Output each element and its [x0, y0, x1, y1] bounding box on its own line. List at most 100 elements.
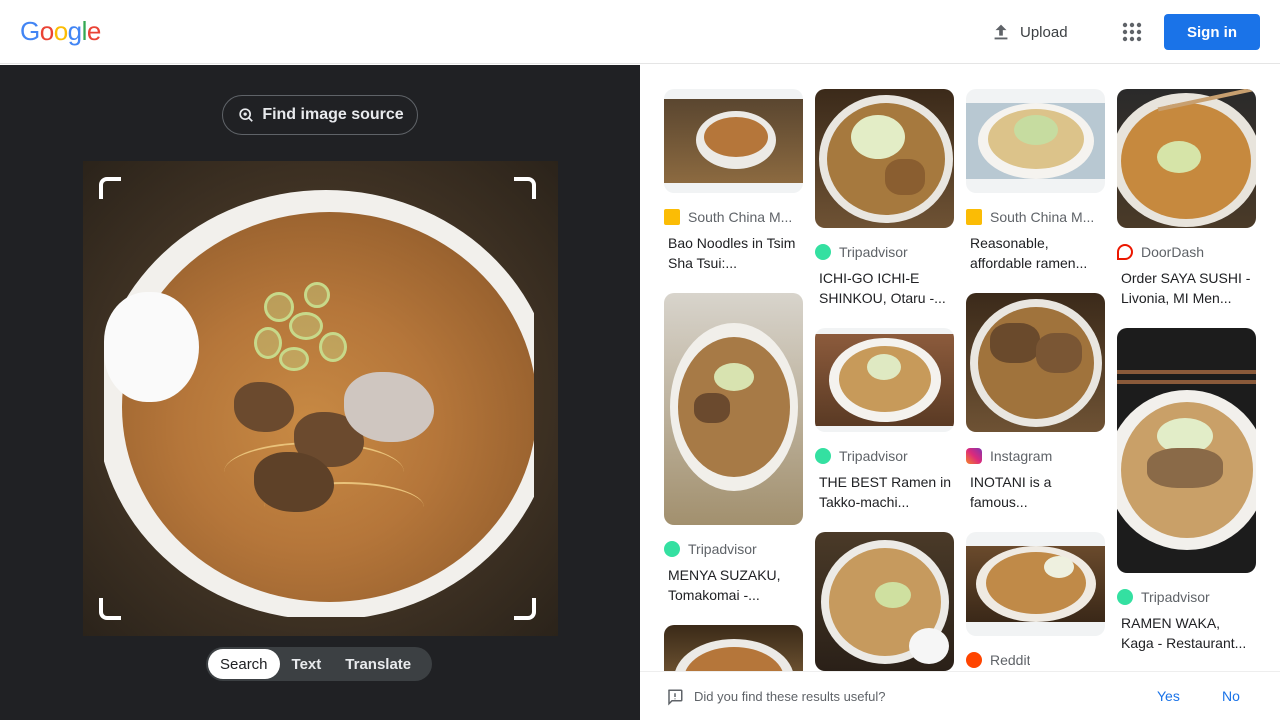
result-title[interactable]: Reasonable, affordable ramen... [966, 233, 1105, 273]
image-shape [714, 363, 754, 391]
result-card[interactable]: Tripadvisor ICHI-GO ICHI-E SHINKOU, Otar… [815, 89, 954, 308]
find-image-source-button[interactable]: Find image source [222, 95, 418, 135]
result-card[interactable]: Reddit [966, 532, 1105, 670]
result-card[interactable]: Tripadvisor THE BEST Ramen in Takko-mach… [815, 328, 954, 512]
result-thumbnail[interactable] [664, 89, 803, 193]
scallion-shape [264, 292, 294, 322]
scallion-shape [319, 332, 347, 362]
result-title[interactable]: Bao Noodles in Tsim Sha Tsui:... [664, 233, 803, 273]
result-thumbnail[interactable] [966, 293, 1105, 432]
image-shape [704, 117, 768, 157]
result-thumbnail[interactable] [1117, 328, 1256, 573]
result-source-name: DoorDash [1141, 244, 1205, 260]
crop-region[interactable] [104, 182, 534, 617]
feedback-no-button[interactable]: No [1222, 688, 1240, 704]
crop-handle-bottom-left[interactable] [99, 598, 121, 620]
result-card[interactable]: South China M... Bao Noodles in Tsim Sha… [664, 89, 803, 273]
broth-shape [122, 212, 534, 602]
feedback-bar: Did you find these results useful? Yes N… [640, 671, 1280, 720]
image-shape [990, 323, 1040, 363]
result-source-name: South China M... [990, 209, 1095, 225]
tripadvisor-icon [664, 541, 680, 557]
image-shape [875, 582, 911, 608]
result-card[interactable]: DoorDash Order SAYA SUSHI - Livonia, MI … [1117, 89, 1256, 308]
upload-button[interactable]: Upload [990, 18, 1068, 46]
scallion-shape [289, 312, 323, 340]
results-column: DoorDash Order SAYA SUSHI - Livonia, MI … [1117, 89, 1256, 653]
upload-icon [994, 24, 1008, 40]
tab-search[interactable]: Search [208, 649, 280, 679]
result-source[interactable]: Tripadvisor [664, 539, 803, 559]
logo-letter: o [53, 16, 68, 46]
result-thumbnail[interactable] [1117, 89, 1256, 228]
result-title[interactable]: ICHI-GO ICHI-E SHINKOU, Otaru -... [815, 268, 954, 308]
google-logo[interactable]: Google [20, 16, 101, 47]
logo-letter: G [20, 16, 40, 46]
lens-search-icon [239, 108, 254, 122]
result-thumbnail[interactable] [664, 625, 803, 671]
image-shape [1117, 370, 1256, 374]
result-source[interactable]: DoorDash [1117, 242, 1256, 262]
feedback-icon [668, 689, 683, 706]
image-shape [885, 159, 925, 195]
result-source[interactable]: Reddit [966, 650, 1105, 670]
apps-grid-icon[interactable] [1120, 20, 1144, 44]
tripadvisor-icon [815, 448, 831, 464]
results-column: South China M... Bao Noodles in Tsim Sha… [664, 89, 803, 671]
tripadvisor-icon [1117, 589, 1133, 605]
spoon-shape [104, 292, 199, 402]
instagram-icon [966, 448, 982, 464]
result-title[interactable]: INOTANI is a famous... [966, 472, 1105, 512]
result-source-name: Instagram [990, 448, 1053, 464]
result-source[interactable]: South China M... [966, 207, 1105, 227]
sign-in-button[interactable]: Sign in [1164, 14, 1260, 50]
image-shape [867, 354, 901, 380]
result-source-name: Tripadvisor [839, 448, 908, 464]
result-source[interactable]: Tripadvisor [815, 446, 954, 466]
logo-letter: e [86, 16, 101, 46]
result-thumbnail[interactable] [815, 328, 954, 432]
scmp-icon [664, 209, 680, 225]
find-image-source-label: Find image source [262, 106, 404, 123]
logo-letter: o [39, 16, 54, 46]
result-thumbnail[interactable] [966, 89, 1105, 193]
result-thumbnail[interactable] [664, 293, 803, 525]
result-title[interactable]: RAMEN WAKA, Kaga - Restaurant... [1117, 613, 1256, 653]
image-shape [694, 393, 730, 423]
scallion-shape [254, 327, 282, 359]
tab-translate[interactable]: Translate [333, 649, 423, 679]
result-card[interactable]: Tripadvisor MENYA SUZAKU, Tomakomai -... [664, 293, 803, 605]
result-card[interactable] [815, 532, 954, 671]
result-title[interactable]: THE BEST Ramen in Takko-machi... [815, 472, 954, 512]
tripadvisor-icon [815, 244, 831, 260]
result-card[interactable]: Tripadvisor RAMEN WAKA, Kaga - Restauran… [1117, 328, 1256, 653]
query-image[interactable] [83, 161, 558, 636]
lens-panel: Find image source Search Text Translate [0, 65, 640, 720]
reddit-icon [966, 652, 982, 668]
feedback-yes-button[interactable]: Yes [1157, 688, 1180, 704]
lens-mode-tabs: Search Text Translate [206, 647, 432, 681]
result-source[interactable]: Instagram [966, 446, 1105, 466]
image-shape [1117, 380, 1256, 384]
result-thumbnail[interactable] [815, 532, 954, 671]
result-source[interactable]: Tripadvisor [1117, 587, 1256, 607]
result-source-name: South China M... [688, 209, 793, 225]
result-title[interactable]: MENYA SUZAKU, Tomakomai -... [664, 565, 803, 605]
result-title[interactable]: Order SAYA SUSHI - Livonia, MI Men... [1117, 268, 1256, 308]
result-source-name: Tripadvisor [839, 244, 908, 260]
result-source[interactable]: Tripadvisor [815, 242, 954, 262]
result-source[interactable]: South China M... [664, 207, 803, 227]
crop-handle-bottom-right[interactable] [514, 598, 536, 620]
top-bar: Google Upload Sign in [0, 0, 1280, 64]
crop-handle-top-right[interactable] [514, 177, 536, 199]
result-thumbnail[interactable] [815, 89, 954, 228]
result-card[interactable] [664, 625, 803, 671]
result-thumbnail[interactable] [966, 532, 1105, 636]
result-card[interactable]: Instagram INOTANI is a famous... [966, 293, 1105, 512]
result-source-name: Tripadvisor [688, 541, 757, 557]
image-shape [1157, 141, 1201, 173]
result-card[interactable]: South China M... Reasonable, affordable … [966, 89, 1105, 273]
crop-handle-top-left[interactable] [99, 177, 121, 199]
doordash-icon [1117, 244, 1133, 260]
tab-text[interactable]: Text [280, 649, 334, 679]
